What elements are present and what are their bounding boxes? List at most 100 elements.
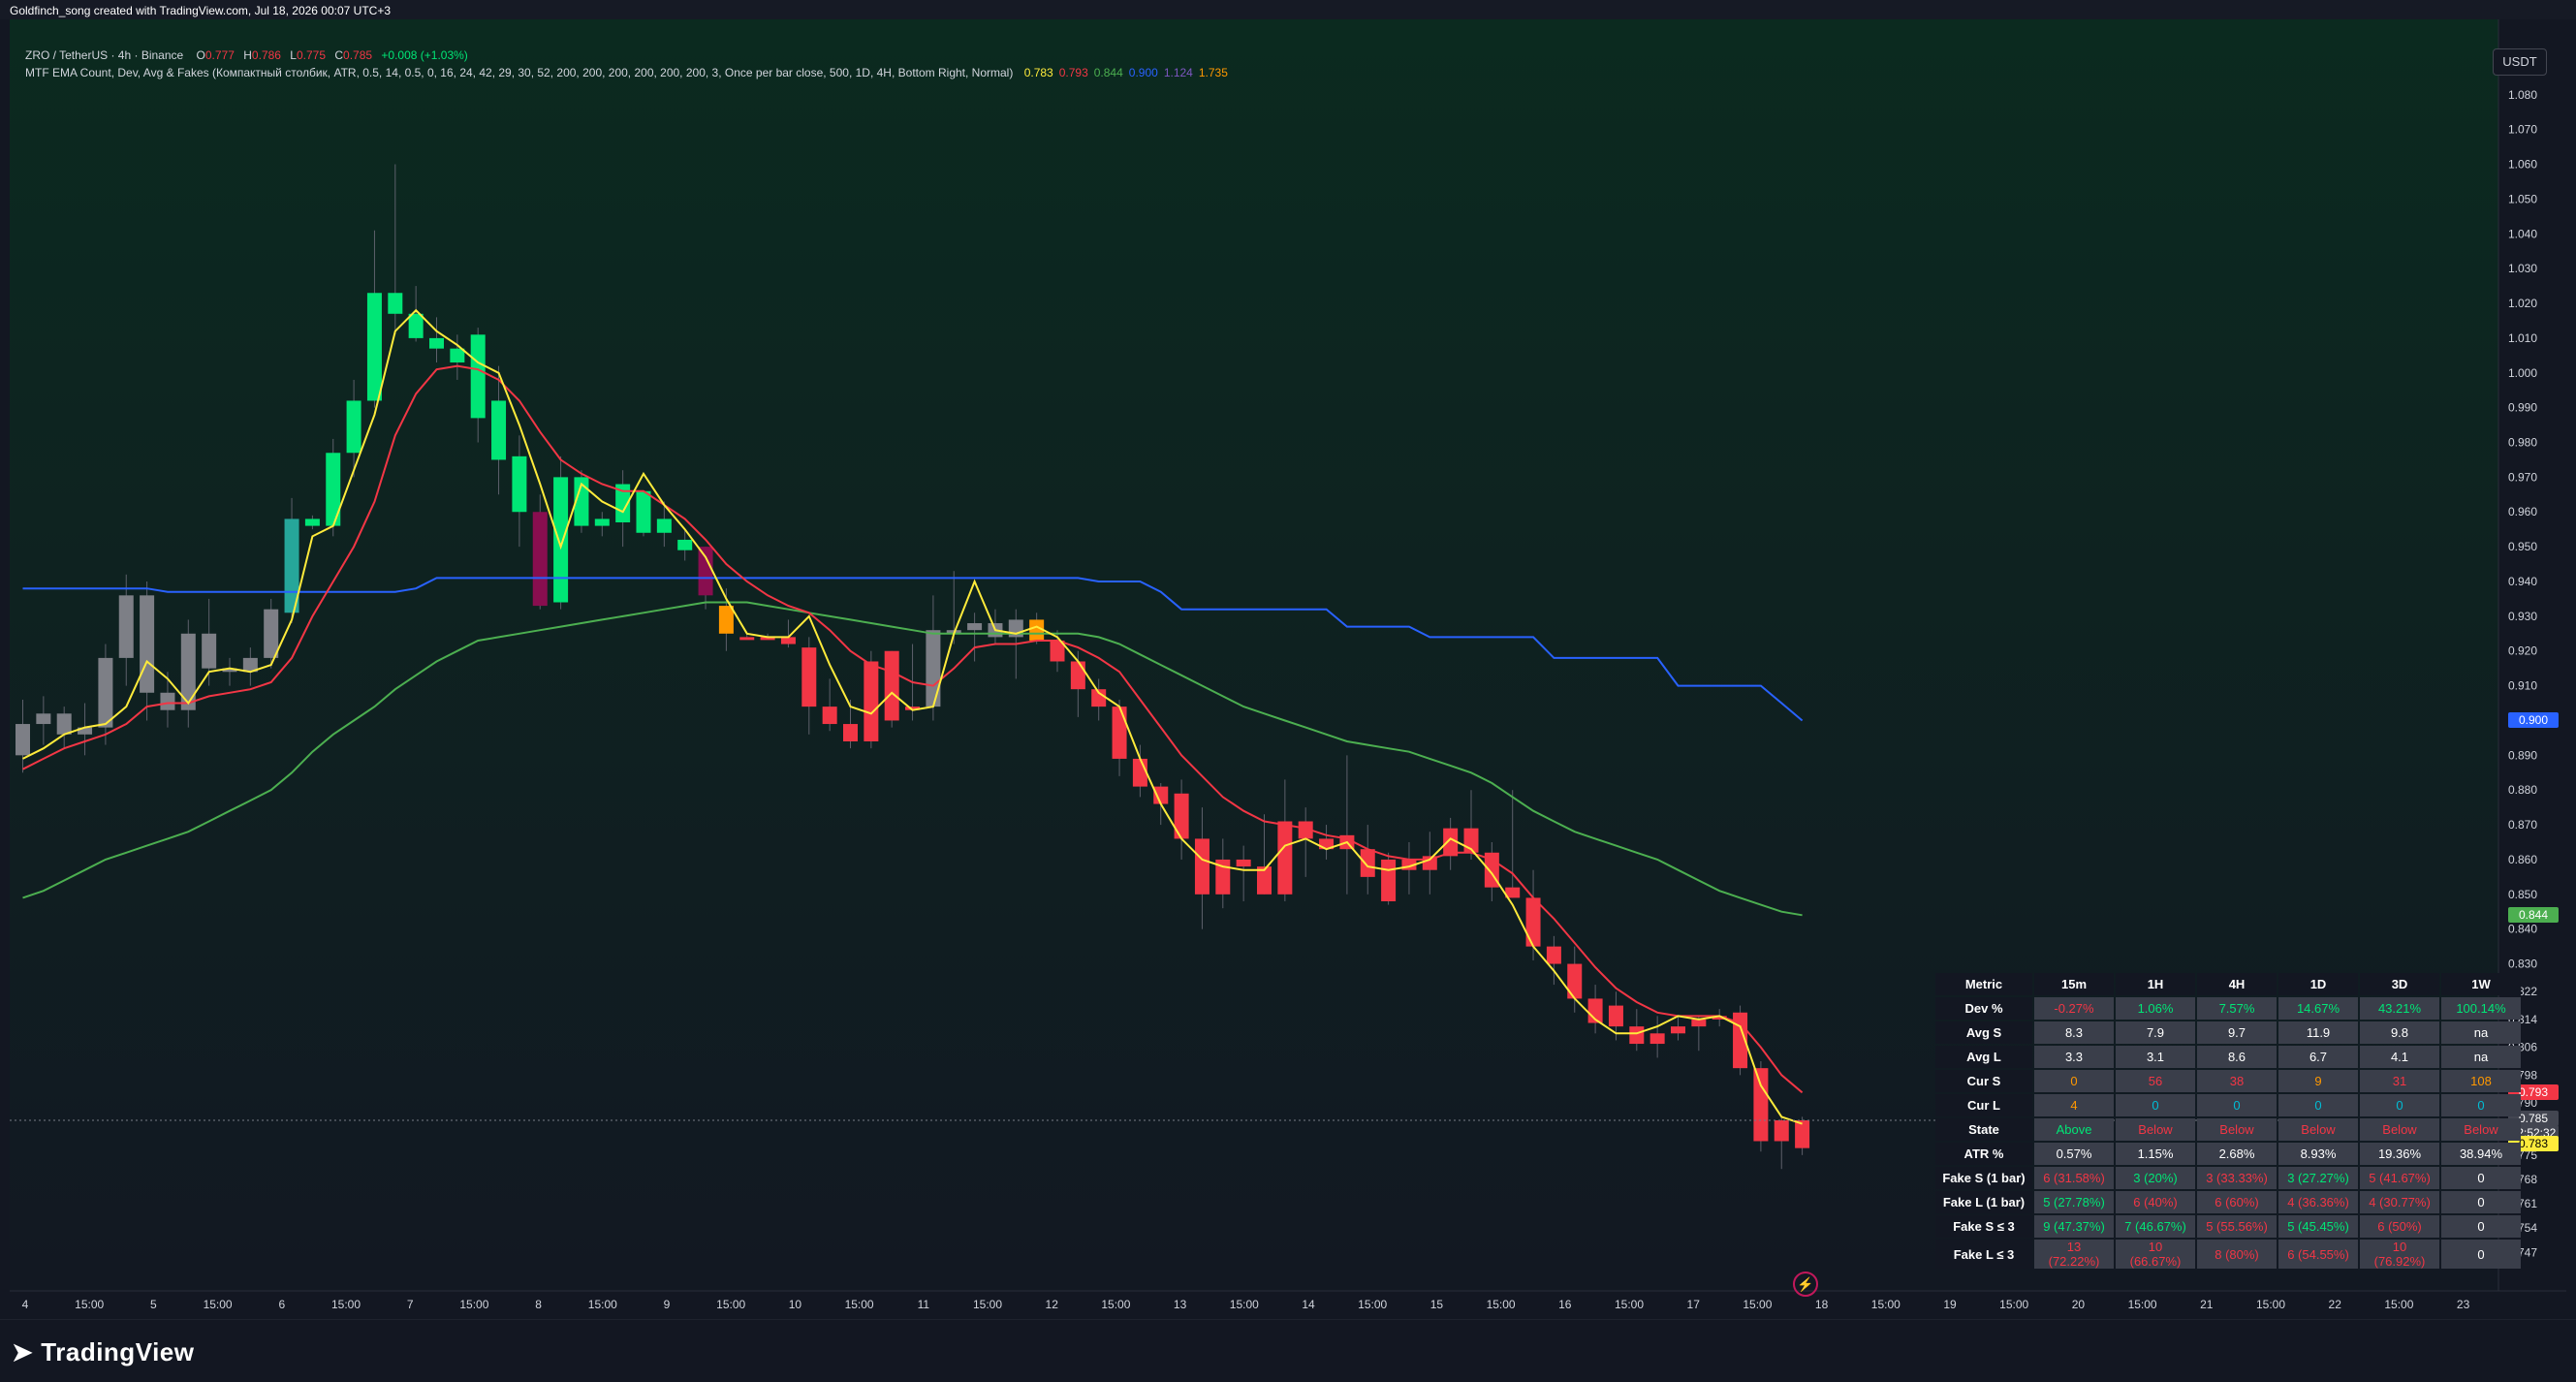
x-tick-label: 15:00: [1101, 1298, 1130, 1311]
candle-body: [1360, 849, 1375, 877]
ohlc-high-value: 0.786: [251, 48, 281, 62]
candle-body: [1277, 821, 1293, 895]
y-tick-label: 0.990: [2508, 401, 2537, 415]
x-tick-label: 15:00: [1999, 1298, 2028, 1311]
chart-frame[interactable]: 1.0901.0801.0701.0601.0501.0401.0301.020…: [10, 19, 2566, 1320]
x-tick-label: 15:00: [1358, 1298, 1387, 1311]
ohlc-open-value: 0.777: [204, 48, 235, 62]
candle-body: [450, 348, 465, 363]
y-tick-label: 1.070: [2508, 123, 2537, 137]
stats-value-cell: 11.9: [2278, 1021, 2358, 1044]
stats-value-cell: 19.36%: [2360, 1143, 2439, 1165]
stats-value-cell: 2.68%: [2197, 1143, 2277, 1165]
x-tick-label: 14: [1302, 1298, 1315, 1311]
stats-metric-label: Cur L: [1935, 1094, 2032, 1116]
candle-body: [1070, 661, 1085, 690]
x-axis-ticks: 4 15:00 5 15:00 6 15:00 7 15:00 8 15:00 9 15:00 10 15…: [22, 1298, 2470, 1311]
tradingview-logo[interactable]: ➤ TradingView: [12, 1337, 194, 1367]
stats-value-cell: 1.06%: [2116, 997, 2195, 1020]
stats-metric-label: Avg L: [1935, 1046, 2032, 1068]
candle-body: [264, 609, 279, 658]
candle-body: [202, 633, 217, 669]
stats-row: Fake S (1 bar) 6 (31.58%) 3 (20%) 3 (33.33%…: [1935, 1167, 2521, 1189]
x-tick-label: 7: [407, 1298, 414, 1311]
stats-value-cell: 4 (30.77%): [2360, 1191, 2439, 1213]
stats-value-cell: 7.57%: [2197, 997, 2277, 1020]
stats-value-cell: 5 (27.78%): [2034, 1191, 2114, 1213]
candle-body: [429, 337, 444, 349]
candle-body: [884, 650, 899, 721]
stats-header-row: Metric 15m 1H 4H 1D 3D 1W: [1935, 973, 2521, 995]
candle-body: [843, 724, 858, 741]
candle-body: [512, 455, 527, 513]
legend-indicator[interactable]: MTF EMA Count, Dev, Avg & Fakes (Компакт…: [25, 66, 1013, 79]
candle-body: [160, 692, 175, 710]
stats-value-cell: 6 (54.55%): [2278, 1240, 2358, 1269]
y-tick-label: 0.970: [2508, 470, 2537, 484]
y-tick-label: 0.870: [2508, 818, 2537, 832]
candle-body: [1567, 963, 1583, 999]
candle-body: [864, 661, 879, 741]
ohlc-low-value: 0.775: [296, 48, 327, 62]
ohlc-open-label: O: [196, 48, 205, 62]
stats-value-cell: 9: [2278, 1070, 2358, 1092]
stats-value-cell: 8.6: [2197, 1046, 2277, 1068]
stats-value-cell: 0: [2278, 1094, 2358, 1116]
y-tick-label: 0.960: [2508, 505, 2537, 518]
y-tick-label: 1.010: [2508, 331, 2537, 345]
x-tick-label: 15:00: [1615, 1298, 1644, 1311]
stats-row: Avg L 3.3 3.1 8.6 6.7 4.1 na: [1935, 1046, 2521, 1068]
x-tick-label: 15:00: [204, 1298, 233, 1311]
currency-button[interactable]: USDT: [2493, 48, 2547, 76]
x-tick-label: 15:00: [75, 1298, 104, 1311]
stats-row: Dev % -0.27% 1.06% 7.57% 14.67% 43.21% 100.14%: [1935, 997, 2521, 1020]
stats-value-cell: Below: [2441, 1118, 2521, 1141]
candle-body: [16, 724, 30, 756]
stats-value-cell: 0: [2441, 1215, 2521, 1238]
stats-value-cell: 0: [2360, 1094, 2439, 1116]
stats-value-cell: 4.1: [2360, 1046, 2439, 1068]
candle-body: [346, 400, 361, 454]
x-tick-label: 15:00: [1871, 1298, 1901, 1311]
stats-value-cell: 6 (50%): [2360, 1215, 2439, 1238]
candle-body: [780, 637, 796, 644]
indicator-value: 0.783: [1023, 66, 1053, 79]
indicator-value: 1.735: [1198, 66, 1228, 79]
y-tick-label: 0.850: [2508, 888, 2537, 901]
stats-row: Cur S 0 56 38 9 31 108: [1935, 1070, 2521, 1092]
x-tick-label: 20: [2072, 1298, 2086, 1311]
top-attribution-bar: Goldfinch_song created with TradingView.…: [0, 0, 2576, 19]
ohlc-high-label: H: [243, 48, 252, 62]
candle-body: [1795, 1119, 1810, 1148]
x-tick-label: 15:00: [588, 1298, 617, 1311]
stats-value-cell: 3 (33.33%): [2197, 1167, 2277, 1189]
stats-value-cell: 43.21%: [2360, 997, 2439, 1020]
candle-body: [801, 647, 817, 707]
y-tick-label: 0.950: [2508, 540, 2537, 553]
x-tick-label: 15:00: [2384, 1298, 2413, 1311]
y-tick-label: 1.040: [2508, 227, 2537, 240]
stats-value-cell: 6.7: [2278, 1046, 2358, 1068]
stats-value-cell: 3.1: [2116, 1046, 2195, 1068]
candle-body: [98, 657, 113, 728]
candle-body: [180, 633, 196, 710]
legend-symbol[interactable]: ZRO / TetherUS · 4h · Binance: [25, 48, 183, 62]
stats-metric-label: State: [1935, 1118, 2032, 1141]
stats-metric-label: Avg S: [1935, 1021, 2032, 1044]
stats-value-cell: 4: [2034, 1094, 2114, 1116]
y-tick-label: 0.880: [2508, 783, 2537, 797]
stats-row: Avg S 8.3 7.9 9.7 11.9 9.8 na: [1935, 1021, 2521, 1044]
y-tick-label: 0.930: [2508, 610, 2537, 623]
stats-header-cell: Metric: [1935, 973, 2032, 995]
x-tick-label: 8: [535, 1298, 542, 1311]
candle-body: [388, 293, 403, 314]
ohlc-low-label: L: [290, 48, 297, 62]
candle-body: [926, 630, 941, 707]
lightning-bolt-icon[interactable]: ⚡: [1793, 1272, 1818, 1297]
stats-row: ATR % 0.57% 1.15% 2.68% 8.93% 19.36% 38.94%: [1935, 1143, 2521, 1165]
candle-body: [718, 606, 734, 634]
x-tick-label: 12: [1046, 1298, 1059, 1311]
stats-value-cell: na: [2441, 1046, 2521, 1068]
stats-value-cell: Below: [2197, 1118, 2277, 1141]
x-tick-label: 15:00: [973, 1298, 1002, 1311]
